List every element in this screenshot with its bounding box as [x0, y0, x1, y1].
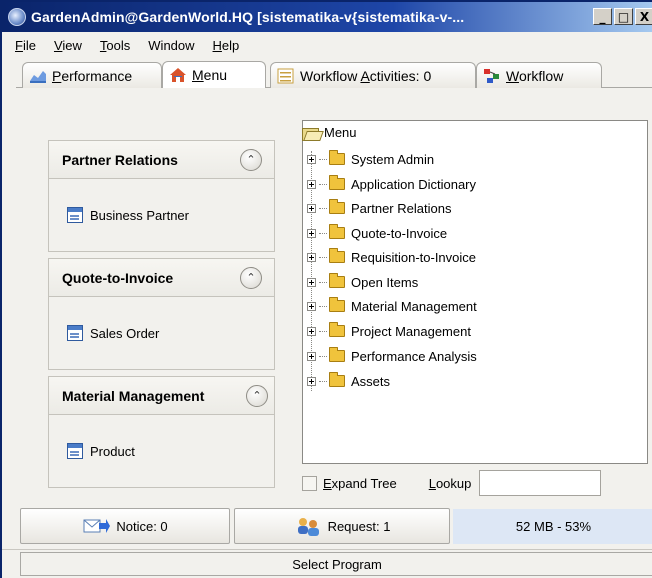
shortcut-business-partner[interactable]: Business Partner [49, 179, 274, 251]
collapse-icon[interactable]: ⌃ [246, 384, 268, 407]
memory-indicator[interactable]: 52 MB - 53% [453, 509, 652, 544]
collapse-icon[interactable]: ⌃ [240, 266, 262, 289]
expand-tree-label[interactable]: Expand Tree [323, 476, 397, 491]
shortcut-group-partner-relations: Partner Relations ⌃ Business Partner [48, 140, 275, 252]
collapse-icon[interactable]: ⌃ [240, 148, 262, 171]
maximize-button[interactable]: □ [614, 8, 633, 25]
folder-icon [329, 199, 345, 214]
shortcut-product[interactable]: Product [49, 415, 274, 487]
tree-node[interactable]: System Admin [307, 149, 434, 169]
tree-root[interactable]: Menu [302, 125, 357, 141]
expand-icon[interactable] [307, 326, 316, 336]
tab-performance[interactable]: Performance [22, 62, 162, 88]
folder-icon [329, 175, 345, 190]
expand-icon[interactable] [307, 277, 316, 287]
close-button[interactable]: X [635, 8, 652, 25]
expand-icon[interactable] [307, 179, 316, 189]
tree-node[interactable]: Partner Relations [307, 198, 451, 218]
folder-icon [329, 273, 345, 288]
title-bar[interactable]: GardenAdmin@GardenWorld.HQ [sistematika-… [2, 2, 652, 32]
minimize-button[interactable]: _ [593, 8, 612, 25]
list-icon [277, 68, 295, 84]
tree-node[interactable]: Open Items [307, 272, 418, 292]
window-title: GardenAdmin@GardenWorld.HQ [sistematika-… [31, 9, 465, 25]
menu-view[interactable]: View [45, 38, 91, 53]
request-icon [294, 515, 322, 537]
group-title: Partner Relations [62, 151, 178, 168]
folder-icon [329, 248, 345, 263]
folder-icon [329, 322, 345, 337]
expand-icon[interactable] [307, 228, 316, 238]
notice-icon [82, 515, 111, 537]
tree-node[interactable]: Project Management [307, 321, 471, 341]
tree-node[interactable]: Application Dictionary [307, 174, 476, 194]
chart-icon [29, 68, 47, 84]
window-icon [67, 325, 83, 341]
group-title: Material Management [62, 387, 205, 404]
menu-tree[interactable]: Menu System Admin Application Dictionary… [302, 120, 648, 464]
shortcut-group-material-management: Material Management ⌃ Product [48, 376, 275, 488]
menu-tools[interactable]: Tools [91, 38, 139, 53]
lookup-input[interactable] [479, 470, 602, 496]
window-icon [67, 207, 83, 223]
shortcut-sales-order[interactable]: Sales Order [49, 297, 274, 369]
shortcut-panel: Partner Relations ⌃ Business Partner Quo… [32, 120, 294, 488]
expand-icon[interactable] [307, 376, 316, 386]
tree-node[interactable]: Requisition-to-Invoice [307, 247, 476, 267]
tab-menu[interactable]: Menu [162, 61, 266, 88]
expand-icon[interactable] [307, 154, 316, 164]
workflow-icon [483, 68, 501, 84]
status-bar: Notice: 0 Request: 1 52 MB - 53% [2, 508, 652, 546]
tab-workflow-activities[interactable]: Workflow Activities: 0 [270, 62, 476, 88]
request-button[interactable]: Request: 1 [234, 508, 450, 544]
notice-button[interactable]: Notice: 0 [20, 508, 230, 544]
folder-icon [329, 372, 345, 387]
lookup-label: Lookup [428, 475, 472, 491]
tab-workflow[interactable]: Workflow [476, 62, 602, 88]
folder-icon [329, 150, 345, 165]
app-logo-icon [8, 8, 26, 26]
expand-icon[interactable] [307, 252, 316, 262]
menu-bar: File View Tools Window Help [2, 32, 652, 58]
folder-icon [329, 347, 345, 362]
folder-icon [329, 224, 345, 239]
expand-icon[interactable] [307, 301, 316, 311]
window-icon [67, 443, 83, 459]
folder-icon [329, 297, 345, 312]
menu-file[interactable]: File [6, 38, 45, 53]
tree-node[interactable]: Performance Analysis [307, 346, 477, 366]
group-title: Quote-to-Invoice [62, 269, 174, 286]
home-icon [169, 67, 187, 83]
tree-controls: Expand Tree Lookup [302, 468, 652, 498]
tree-node[interactable]: Assets [307, 371, 390, 391]
expand-icon[interactable] [307, 203, 316, 213]
menu-window[interactable]: Window [139, 38, 203, 53]
status-message: Select Program [20, 552, 652, 576]
tree-node[interactable]: Quote-to-Invoice [307, 223, 447, 243]
application-window: GardenAdmin@GardenWorld.HQ [sistematika-… [0, 0, 652, 578]
tree-node[interactable]: Material Management [307, 296, 477, 316]
folder-open-icon [302, 126, 320, 141]
shortcut-group-quote-to-invoice: Quote-to-Invoice ⌃ Sales Order [48, 258, 275, 370]
tab-bar: Performance Menu Workflow Activities: 0 … [2, 60, 652, 88]
menu-help[interactable]: Help [204, 38, 249, 53]
expand-tree-checkbox[interactable] [302, 475, 317, 491]
expand-icon[interactable] [307, 351, 316, 361]
